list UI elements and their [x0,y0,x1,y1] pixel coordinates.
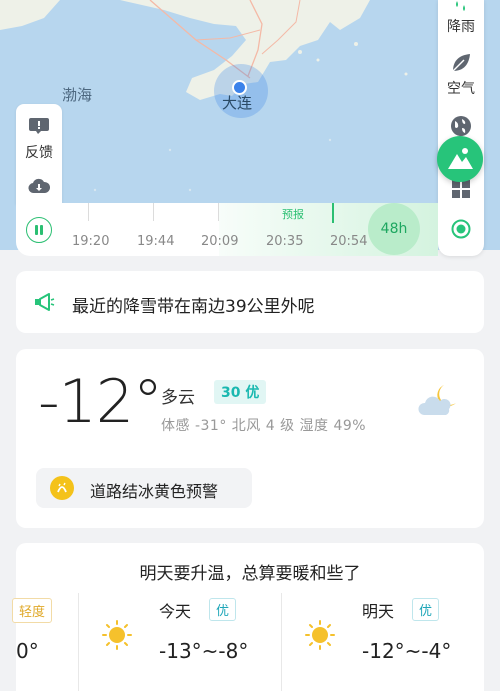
sea-label: 渤海 [62,86,93,104]
partly-cloudy-night-icon [416,381,462,425]
feedback-label: 反馈 [25,145,53,161]
feedback-icon [28,116,50,140]
pause-button[interactable] [26,217,52,243]
locate-button[interactable] [451,219,471,243]
layer-air-label: 空气 [447,81,475,97]
ice-warning-icon [50,476,74,500]
layer-rain-label: 降雨 [447,19,475,35]
current-temperature: -12° [38,367,163,437]
day-aqi-badge: 优 [412,598,440,621]
timeline-tick [88,203,89,221]
timeline-time: 20:35 [266,234,304,249]
feedback-panel: 反馈 [16,104,62,204]
megaphone-icon [34,293,56,315]
layer-panel: 降雨 空气 [438,0,484,256]
forecast-day-today[interactable]: 今天 优 -13°~-8° [79,543,281,691]
partial-day-temp: 0° [16,639,39,663]
radar-timeline[interactable]: 19:20 19:44 20:09 20:35 20:54 预报 48h [16,203,438,256]
day-temp-range: -13°~-8° [159,639,249,663]
forecast-label: 预报 [282,208,304,221]
download-icon[interactable] [28,178,51,200]
partial-aqi-badge: 轻度 [12,598,53,623]
snow-notice-card[interactable]: 最近的降雪带在南边39公里外呢 [16,271,484,333]
mountain-icon [448,148,473,169]
day-temp-range: -12°~-4° [362,639,452,663]
timeline-tick [218,203,219,221]
city-label: 大连 [222,94,253,112]
timeline-time: 20:54 [330,234,368,249]
sun-icon [304,619,336,655]
aqi-badge[interactable]: 30 优 [214,380,267,404]
timeline-time: 20:09 [201,234,239,249]
timeline-time: 19:20 [72,234,110,249]
timeline-time: 19:44 [137,234,175,249]
layer-air[interactable]: 空气 [438,48,484,100]
timeline-tick [153,203,154,221]
forecast-day-tomorrow[interactable]: 明天 优 -12°~-4° [282,543,484,691]
sun-icon [101,619,133,655]
snow-notice-text: 最近的降雪带在南边39公里外呢 [72,297,315,317]
day-name: 明天 [362,602,395,621]
timeline-cursor[interactable] [332,203,334,223]
warning-chip[interactable]: 道路结冰黄色预警 [36,468,252,508]
layer-rain[interactable]: 降雨 [438,0,484,42]
weather-condition: 多云 [161,388,195,408]
day-name: 今天 [159,602,192,621]
range-48h-button[interactable]: 48h [368,203,420,255]
forecast-card[interactable]: 明天要升温，总算要暖和些了 轻度 0° 今天 优 -13°~-8° 明天 优 -… [12,543,484,691]
scenery-layer-button[interactable] [437,136,483,182]
grid-icon[interactable] [452,180,470,202]
weather-details: 体感 -31° 北风 4 级 湿度 49% [161,418,367,434]
feedback-button[interactable]: 反馈 [16,104,62,166]
leaf-icon [450,52,472,78]
current-weather-card[interactable]: -12° 多云 30 优 体感 -31° 北风 4 级 湿度 49% 道路结冰黄… [16,349,484,528]
warning-text: 道路结冰黄色预警 [90,482,219,501]
day-aqi-badge: 优 [209,598,237,621]
